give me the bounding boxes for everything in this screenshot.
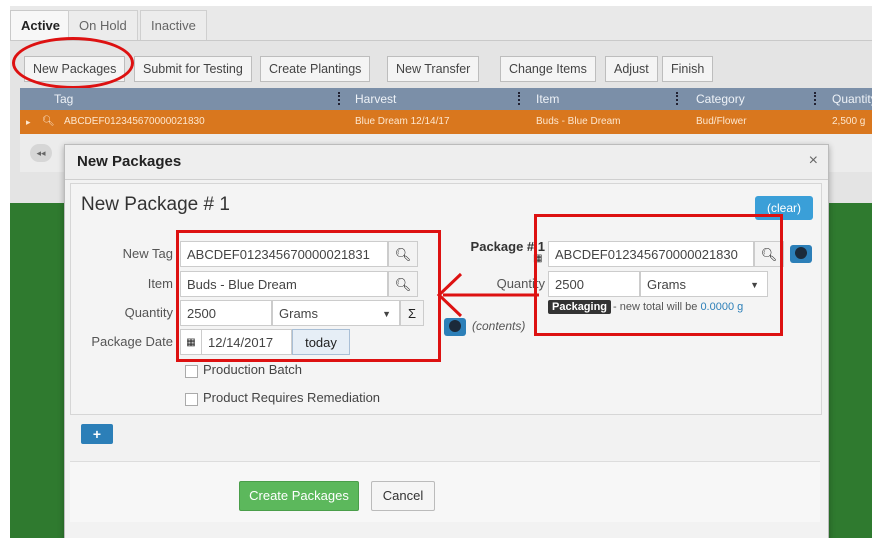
package-title: New Package # 1 <box>81 194 230 215</box>
create-plantings-button[interactable]: Create Plantings <box>260 56 371 82</box>
row-quantity: 2,500 g <box>832 116 866 127</box>
column-menu-icon[interactable] <box>338 92 343 105</box>
add-package-button[interactable]: + <box>81 424 113 444</box>
create-packages-button[interactable]: Create Packages <box>239 481 359 511</box>
tab-inactive[interactable]: Inactive <box>140 10 207 40</box>
grid-header: Tag Harvest Item Category Quantity <box>20 88 872 110</box>
annotation-circle <box>12 37 134 89</box>
tab-bar: Active On Hold Inactive <box>10 6 872 41</box>
close-icon[interactable]: × <box>809 152 818 170</box>
production-batch-checkbox[interactable] <box>185 365 198 378</box>
expand-row-icon[interactable]: ▸ <box>26 110 31 134</box>
column-harvest[interactable]: Harvest <box>355 88 396 110</box>
submit-for-testing-button[interactable]: Submit for Testing <box>134 56 252 82</box>
search-icon[interactable]: 🔍︎ <box>42 110 55 134</box>
package-number-label: Package # 1 <box>470 239 545 254</box>
finish-button[interactable]: Finish <box>662 56 714 82</box>
annotation-box-new <box>176 230 441 362</box>
column-menu-icon[interactable] <box>814 92 819 105</box>
remove-source-icon[interactable] <box>790 245 812 263</box>
row-item: Buds - Blue Dream <box>536 116 621 127</box>
app-window: Active On Hold Inactive New Packages Sub… <box>10 6 872 538</box>
production-batch-label: Production Batch <box>203 362 303 377</box>
column-menu-icon[interactable] <box>518 92 523 105</box>
column-quantity[interactable]: Quantity <box>832 88 872 110</box>
cancel-button[interactable]: Cancel <box>371 481 435 511</box>
adjust-button[interactable]: Adjust <box>605 56 658 82</box>
change-items-button[interactable]: Change Items <box>500 56 596 82</box>
new-tag-label: New Tag <box>122 246 173 261</box>
new-transfer-button[interactable]: New Transfer <box>387 56 480 82</box>
quantity-label: Quantity <box>124 305 173 320</box>
package-date-label: Package Date <box>91 334 173 349</box>
toolbar: New Packages Submit for Testing Create P… <box>10 48 872 88</box>
row-harvest: Blue Dream 12/14/17 <box>355 116 450 127</box>
new-packages-modal: New Packages × New Package # 1 (clear) N… <box>64 144 829 538</box>
first-page-icon[interactable]: ◂◂ <box>30 144 52 162</box>
column-category[interactable]: Category <box>696 88 745 110</box>
modal-title: New Packages <box>77 153 182 170</box>
tab-on-hold[interactable]: On Hold <box>68 10 138 40</box>
modal-header: New Packages × <box>65 145 828 180</box>
tab-active[interactable]: Active <box>10 10 72 40</box>
column-tag[interactable]: Tag <box>54 88 73 110</box>
annotation-arrow <box>436 272 539 318</box>
annotation-box-source <box>534 214 783 336</box>
package-panel: New Package # 1 (clear) New Tag ABCDEF01… <box>70 183 822 415</box>
item-label: Item <box>147 276 173 291</box>
modal-footer <box>70 461 820 522</box>
remediation-label: Product Requires Remediation <box>203 390 381 405</box>
row-category: Bud/Flower <box>696 116 747 127</box>
table-row[interactable]: ▸ 🔍︎ ABCDEF012345670000021830 Blue Dream… <box>20 110 872 134</box>
column-item[interactable]: Item <box>536 88 559 110</box>
remediation-checkbox[interactable] <box>185 393 198 406</box>
column-menu-icon[interactable] <box>676 92 681 105</box>
row-tag: ABCDEF012345670000021830 <box>64 116 205 127</box>
